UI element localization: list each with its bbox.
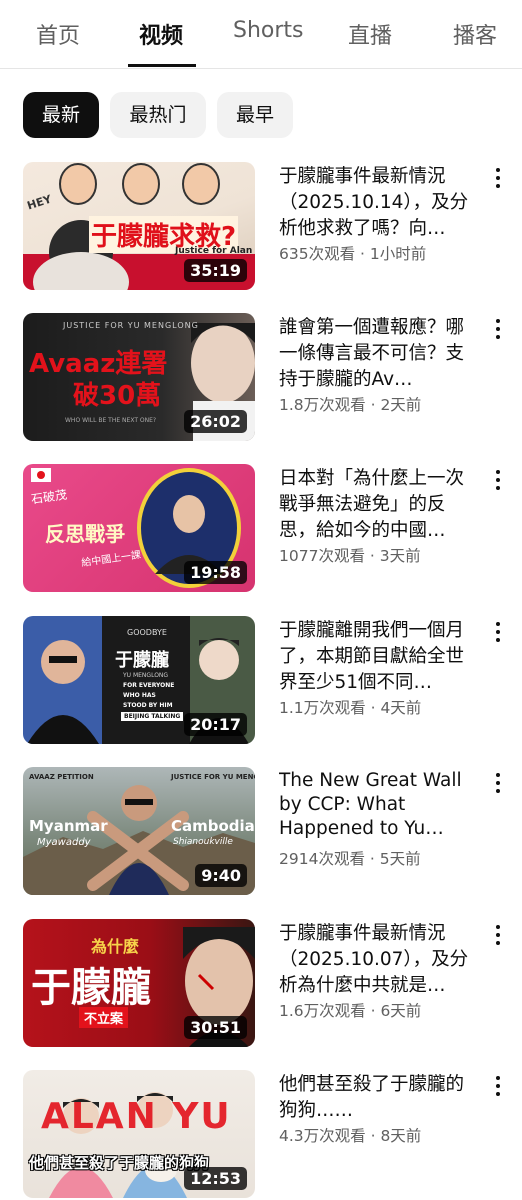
video-meta: 1.8万次观看 · 2天前 — [279, 396, 422, 414]
thumbnail-text: JUSTICE FOR YU MENGLONG — [63, 321, 199, 330]
view-count: 4.3万次观看 — [279, 1127, 366, 1145]
video-thumbnail[interactable]: HEY 于朦朧求救? Justice for Alan 35:19 — [23, 162, 255, 290]
tab-home[interactable]: 首页 — [36, 18, 80, 50]
video-item[interactable]: AVAAZ PETITION JUSTICE FOR YU MENGLONG M… — [0, 767, 522, 897]
upload-age: 5天前 — [379, 850, 421, 868]
tab-live[interactable]: 直播 — [348, 18, 392, 50]
thumbnail-text: Cambodia — [171, 817, 255, 835]
video-thumbnail[interactable]: AVAAZ PETITION JUSTICE FOR YU MENGLONG M… — [23, 767, 255, 895]
video-item[interactable]: ALAN YU 他們甚至殺了于朦朧的狗狗 12:53 他們甚至殺了于朦朧的狗狗…… — [0, 1070, 522, 1200]
video-item[interactable]: GOODBYE 于朦朧 YU MENGLONG FOR EVERYONE WHO… — [0, 616, 522, 746]
more-options-icon[interactable] — [490, 769, 506, 797]
video-duration: 19:58 — [184, 561, 247, 584]
video-thumbnail[interactable]: ALAN YU 他們甚至殺了于朦朧的狗狗 12:53 — [23, 1070, 255, 1198]
video-thumbnail[interactable]: 為什麼 于朦朧 不立案 30:51 — [23, 919, 255, 1047]
thumbnail-text: 于朦朧 — [31, 965, 151, 1011]
video-duration: 26:02 — [184, 410, 247, 433]
video-title[interactable]: The New Great Wall by CCP: What Happened… — [279, 769, 479, 841]
video-meta: 4.3万次观看 · 8天前 — [279, 1127, 422, 1145]
thumbnail-text: Myawaddy — [37, 837, 91, 848]
channel-tabs: 首页 视频 Shorts 直播 播客 — [0, 0, 522, 69]
video-meta: 635次观看 · 1小时前 — [279, 245, 427, 263]
video-meta: 2914次观看 · 5天前 — [279, 850, 421, 868]
chip-latest[interactable]: 最新 — [23, 92, 99, 138]
active-tab-indicator — [128, 64, 196, 67]
thumbnail-text: 于朦朧 — [115, 650, 169, 671]
video-title[interactable]: 于朦朧事件最新情況（2025.10.14），及分析他求救了嗎？向… — [279, 164, 479, 242]
more-options-icon[interactable] — [490, 466, 506, 494]
thumbnail-text: 他們甚至殺了于朦朧的狗狗 — [29, 1154, 210, 1172]
view-count: 2914次观看 — [279, 850, 365, 868]
video-item[interactable]: 石破茂 反思戰爭 給中國上一課 19:58 日本對「為什麼上一次戰爭無法避免」的… — [0, 464, 522, 594]
video-duration: 20:17 — [184, 713, 247, 736]
chip-popular[interactable]: 最热门 — [110, 92, 206, 138]
chip-oldest[interactable]: 最早 — [217, 92, 293, 138]
view-count: 1077次观看 — [279, 547, 365, 565]
more-options-icon[interactable] — [490, 164, 506, 192]
tab-shorts[interactable]: Shorts — [233, 18, 304, 43]
upload-age: 1小时前 — [369, 245, 427, 263]
video-duration: 30:51 — [184, 1016, 247, 1039]
view-count: 1.1万次观看 — [279, 699, 366, 717]
thumbnail-text: Shianoukville — [173, 837, 233, 847]
thumbnail-text: ALAN YU — [41, 1096, 232, 1137]
thumbnail-text: GOODBYE — [127, 628, 167, 637]
view-count: 1.8万次观看 — [279, 396, 366, 414]
more-options-icon[interactable] — [490, 315, 506, 343]
video-item[interactable]: 為什麼 于朦朧 不立案 30:51 于朦朧事件最新情況（2025.10.07），… — [0, 919, 522, 1049]
video-meta: 1.6万次观看 · 6天前 — [279, 1002, 422, 1020]
upload-age: 8天前 — [380, 1127, 422, 1145]
video-title[interactable]: 他們甚至殺了于朦朧的狗狗…… — [279, 1072, 479, 1124]
video-title[interactable]: 誰會第一個遭報應？哪一條傳言最不可信？支持于朦朧的Av… — [279, 315, 479, 393]
thumbnail-text: 不立案 — [79, 1007, 129, 1028]
thumbnail-text: WHO HAS — [123, 692, 156, 699]
upload-age: 6天前 — [380, 1002, 422, 1020]
thumbnail-text: AVAAZ PETITION — [29, 773, 94, 781]
upload-age: 4天前 — [380, 699, 422, 717]
view-count: 635次观看 — [279, 245, 356, 263]
thumbnail-text: STOOD BY HIM — [123, 702, 173, 709]
video-thumbnail[interactable]: JUSTICE FOR YU MENGLONG Avaaz連署 破30萬 WHO… — [23, 313, 255, 441]
video-title[interactable]: 于朦朧事件最新情況（2025.10.07），及分析為什麼中共就是… — [279, 921, 479, 999]
thumbnail-text: Myanmar — [29, 817, 108, 835]
thumbnail-text: JUSTICE FOR YU MENGLONG — [171, 773, 255, 781]
thumbnail-text: BEIJING TALKING — [121, 712, 184, 721]
video-title[interactable]: 日本對「為什麼上一次戰爭無法避免」的反思，給如今的中國… — [279, 466, 479, 544]
video-title[interactable]: 于朦朧離開我們一個月了，本期節目獻給全世界至少51個不同… — [279, 618, 479, 696]
tab-podcasts[interactable]: 播客 — [453, 18, 497, 50]
video-thumbnail[interactable]: GOODBYE 于朦朧 YU MENGLONG FOR EVERYONE WHO… — [23, 616, 255, 744]
video-item[interactable]: JUSTICE FOR YU MENGLONG Avaaz連署 破30萬 WHO… — [0, 313, 522, 443]
more-options-icon[interactable] — [490, 618, 506, 646]
video-item[interactable]: HEY 于朦朧求救? Justice for Alan 35:19 于朦朧事件最… — [0, 162, 522, 292]
more-options-icon[interactable] — [490, 1072, 506, 1100]
upload-age: 3天前 — [379, 547, 421, 565]
thumbnail-text: FOR EVERYONE — [123, 682, 175, 689]
video-meta: 1077次观看 · 3天前 — [279, 547, 421, 565]
thumbnail-text: 破30萬 — [73, 381, 162, 411]
thumbnail-text: Justice for Alan — [175, 246, 253, 256]
thumbnail-text: YU MENGLONG — [123, 672, 169, 679]
video-meta: 1.1万次观看 · 4天前 — [279, 699, 422, 717]
thumbnail-text: 反思戰爭 — [45, 522, 125, 546]
thumbnail-text: 為什麼 — [91, 937, 140, 956]
video-duration: 35:19 — [184, 259, 247, 282]
video-duration: 12:53 — [184, 1167, 247, 1190]
upload-age: 2天前 — [380, 396, 422, 414]
tab-videos[interactable]: 视频 — [139, 18, 183, 50]
more-options-icon[interactable] — [490, 921, 506, 949]
video-thumbnail[interactable]: 石破茂 反思戰爭 給中國上一課 19:58 — [23, 464, 255, 592]
video-duration: 9:40 — [195, 864, 247, 887]
thumbnail-text: WHO WILL BE THE NEXT ONE? — [65, 417, 157, 424]
view-count: 1.6万次观看 — [279, 1002, 366, 1020]
